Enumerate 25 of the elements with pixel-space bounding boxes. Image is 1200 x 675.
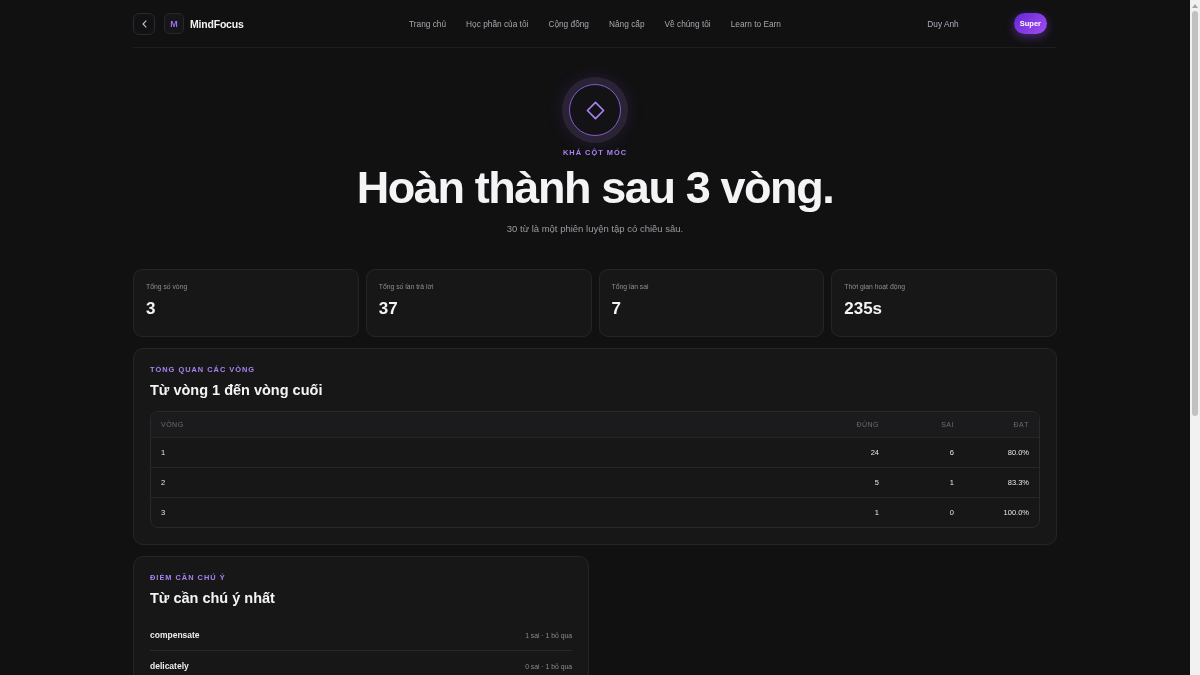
page-subtitle: 30 từ là một phiên luyện tập có chiều sâu. [506,223,684,234]
nav-link[interactable]: Learn to Earn [730,18,781,29]
stat-value: 7 [611,299,621,319]
nav-link[interactable]: Học phần của tôi [466,18,529,29]
brand-name[interactable]: MindFocus [190,17,244,30]
nav-link[interactable]: Về chúng tôi [664,18,711,29]
scrollbar-track[interactable] [1190,0,1200,675]
nav-link[interactable]: Nâng cấp [609,18,645,29]
stat-value: 235s [844,299,883,319]
scroll-up-arrow-icon[interactable] [1192,4,1198,8]
nav-link[interactable]: Trang chủ [409,18,447,29]
chevron-left-icon [141,19,147,28]
section-title: Từ cần chú ý nhất [150,589,275,607]
stat-value: 37 [378,299,398,319]
logo[interactable]: M [164,13,184,34]
nav-link[interactable]: Cộng đồng [548,18,589,29]
scrollbar-thumb[interactable] [1192,11,1198,416]
diamond-icon [585,100,605,120]
back-button[interactable] [133,12,155,35]
stat-value: 3 [146,299,156,319]
section-title: Từ vòng 1 đến vòng cuối [150,381,323,399]
page-title: Hoàn thành sau 3 vòng. [356,163,834,213]
word-text: compensate [150,630,200,640]
user-name[interactable]: Duy Anh [927,18,959,29]
word-text: delicately [150,661,189,671]
